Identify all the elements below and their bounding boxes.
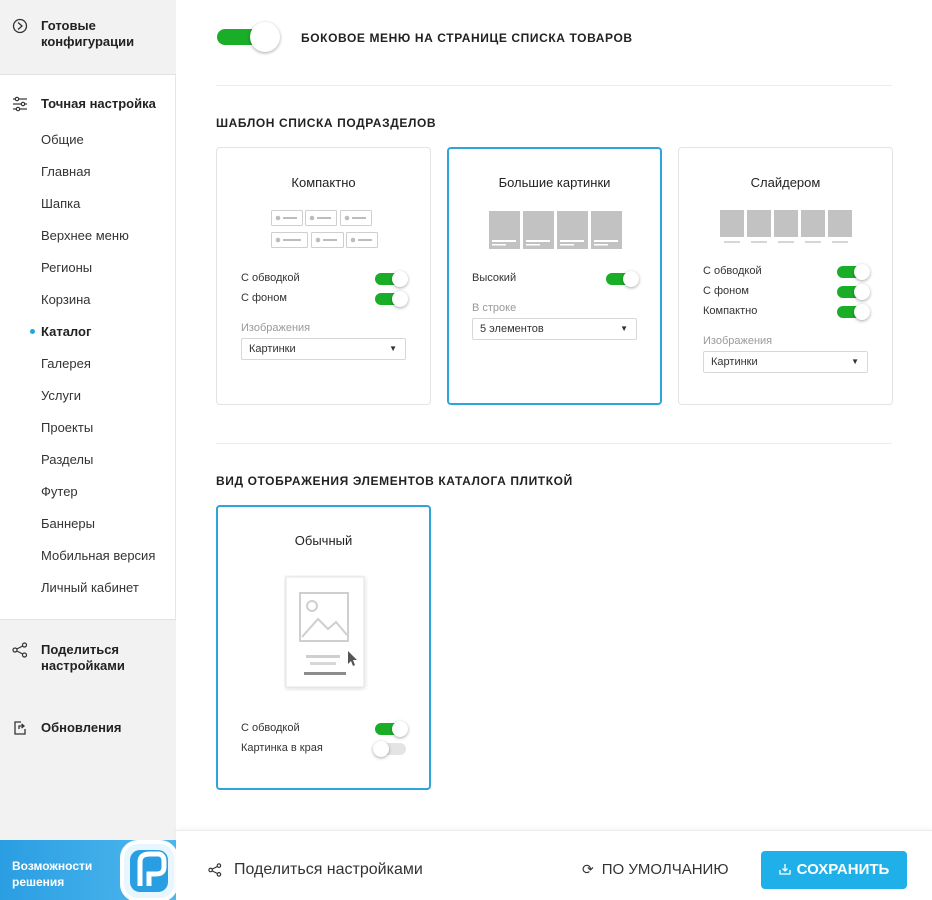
divider bbox=[216, 85, 892, 86]
large-tall-toggle[interactable] bbox=[606, 271, 639, 287]
sidebar-item-banners[interactable]: Баннеры bbox=[41, 516, 95, 532]
updates-icon bbox=[12, 720, 28, 736]
slider-compact-toggle[interactable] bbox=[837, 304, 870, 320]
sidebar-item-projects[interactable]: Проекты bbox=[41, 420, 93, 436]
toggle-knob bbox=[854, 264, 870, 280]
option-label: С обводкой bbox=[703, 265, 762, 277]
reset-label: ПО УМОЛЧАНИЮ bbox=[601, 861, 729, 878]
download-icon bbox=[779, 864, 791, 875]
select-value: Картинки bbox=[711, 356, 758, 368]
sidebar-item-header[interactable]: Шапка bbox=[41, 196, 80, 212]
subsections-title: Шаблон списка подразделов bbox=[216, 116, 437, 130]
sidebar: Готовые конфигурации Точная настройка Об… bbox=[0, 0, 176, 900]
sidebar-item-footer[interactable]: Футер bbox=[41, 484, 78, 500]
tile-outline-toggle[interactable] bbox=[375, 721, 408, 737]
card-title: Обычный bbox=[294, 533, 353, 548]
slider-outline-toggle[interactable] bbox=[837, 264, 870, 280]
sidebar-item-top-menu[interactable]: Верхнее меню bbox=[41, 228, 129, 244]
toggle-knob bbox=[250, 22, 280, 52]
option-label: Компактно bbox=[703, 305, 758, 317]
option-label: С фоном bbox=[703, 285, 749, 297]
refresh-icon: ⟳ bbox=[582, 861, 594, 877]
toggle-knob bbox=[623, 271, 639, 287]
share-icon bbox=[208, 863, 222, 877]
sidebar-share-label[interactable]: Поделиться настройками bbox=[41, 642, 151, 674]
compact-images-select[interactable]: Картинки ▼ bbox=[241, 338, 406, 360]
toggle-knob bbox=[854, 284, 870, 300]
option-label: С обводкой bbox=[241, 722, 300, 734]
select-caption: Изображения bbox=[241, 322, 311, 334]
per-row-select[interactable]: 5 элементов ▼ bbox=[472, 318, 637, 340]
toggle-knob bbox=[392, 721, 408, 737]
sidebar-item-general[interactable]: Общие bbox=[41, 132, 84, 148]
footer-bar: Поделиться настройками ⟳ ПО УМОЛЧАНИЮ СОХ… bbox=[176, 830, 932, 900]
toggle-knob bbox=[392, 271, 408, 287]
main-content: Боковое меню на странице списка товаров … bbox=[176, 0, 932, 828]
toggle-knob bbox=[373, 741, 389, 757]
template-card-slider[interactable]: Слайдером С обводкой С фоном Компактно И… bbox=[678, 147, 893, 405]
presets-label: Готовые конфигурации bbox=[41, 18, 135, 49]
tile-edge-image-toggle[interactable] bbox=[373, 741, 406, 757]
sidebar-item-regions[interactable]: Регионы bbox=[41, 260, 92, 276]
caret-down-icon: ▼ bbox=[620, 324, 628, 333]
compact-background-toggle[interactable] bbox=[375, 291, 408, 307]
sidebar-item-cart[interactable]: Корзина bbox=[41, 292, 91, 308]
template-card-large-images[interactable]: Большие картинки Высокий В строке 5 элем… bbox=[447, 147, 662, 405]
select-value: Картинки bbox=[249, 343, 296, 355]
divider bbox=[216, 443, 892, 444]
tile-card-regular[interactable]: Обычный С обводкой Картинка в края bbox=[216, 505, 431, 790]
toggle-knob bbox=[854, 304, 870, 320]
sidebar-item-home[interactable]: Главная bbox=[41, 164, 90, 180]
save-button[interactable]: СОХРАНИТЬ bbox=[761, 851, 907, 889]
share-icon bbox=[12, 642, 28, 658]
promo-label: Возможности решения bbox=[12, 859, 93, 889]
compact-preview-icon bbox=[271, 210, 378, 248]
side-menu-label: Боковое меню на странице списка товаров bbox=[301, 31, 633, 45]
compact-outline-toggle[interactable] bbox=[375, 271, 408, 287]
sidebar-item-catalog[interactable]: Каталог bbox=[41, 324, 91, 340]
sidebar-item-services[interactable]: Услуги bbox=[41, 388, 81, 404]
updates-label[interactable]: Обновления bbox=[41, 720, 122, 736]
card-title: Компактно bbox=[291, 175, 356, 190]
sidebar-item-sections[interactable]: Разделы bbox=[41, 452, 93, 468]
sidebar-bottom-block: Поделиться настройками Обновления bbox=[0, 619, 176, 840]
large-images-preview-icon bbox=[489, 211, 622, 249]
select-value: 5 элементов bbox=[480, 323, 544, 335]
sliders-icon bbox=[12, 96, 28, 112]
share-settings-link[interactable]: Поделиться настройками bbox=[234, 861, 423, 879]
card-title: Большие картинки bbox=[498, 175, 611, 190]
select-caption: В строке bbox=[472, 302, 517, 314]
active-dot bbox=[30, 329, 35, 334]
sidebar-item-account[interactable]: Личный кабинет bbox=[41, 580, 139, 596]
presets-icon bbox=[12, 18, 28, 34]
tiles-title: Вид отображения элементов каталога плитк… bbox=[216, 474, 573, 488]
tile-preview-icon bbox=[285, 576, 365, 688]
option-label: Высокий bbox=[472, 272, 517, 284]
option-label: С обводкой bbox=[241, 272, 300, 284]
caret-down-icon: ▼ bbox=[389, 344, 397, 353]
slider-images-select[interactable]: Картинки ▼ bbox=[703, 351, 868, 373]
brand-logo-icon bbox=[120, 840, 176, 900]
caret-down-icon: ▼ bbox=[851, 357, 859, 366]
slider-preview-icon bbox=[720, 210, 852, 243]
save-label: СОХРАНИТЬ bbox=[796, 861, 890, 878]
toggle-knob bbox=[392, 291, 408, 307]
reset-default-button[interactable]: ⟳ ПО УМОЛЧАНИЮ bbox=[582, 861, 729, 878]
presets-block[interactable]: Готовые конфигурации bbox=[0, 0, 176, 75]
sidebar-item-mobile[interactable]: Мобильная версия bbox=[41, 548, 155, 564]
sidebar-item-gallery[interactable]: Галерея bbox=[41, 356, 91, 372]
promo-banner[interactable]: Возможности решения bbox=[0, 840, 176, 900]
select-caption: Изображения bbox=[703, 335, 773, 347]
card-title: Слайдером bbox=[750, 175, 821, 190]
fine-tune-label[interactable]: Точная настройка bbox=[41, 96, 156, 112]
slider-background-toggle[interactable] bbox=[837, 284, 870, 300]
option-label: Картинка в края bbox=[241, 742, 323, 754]
option-label: С фоном bbox=[241, 292, 287, 304]
template-card-compact[interactable]: Компактно С обводкой С фоном Изображения… bbox=[216, 147, 431, 405]
side-menu-toggle[interactable] bbox=[217, 22, 280, 52]
